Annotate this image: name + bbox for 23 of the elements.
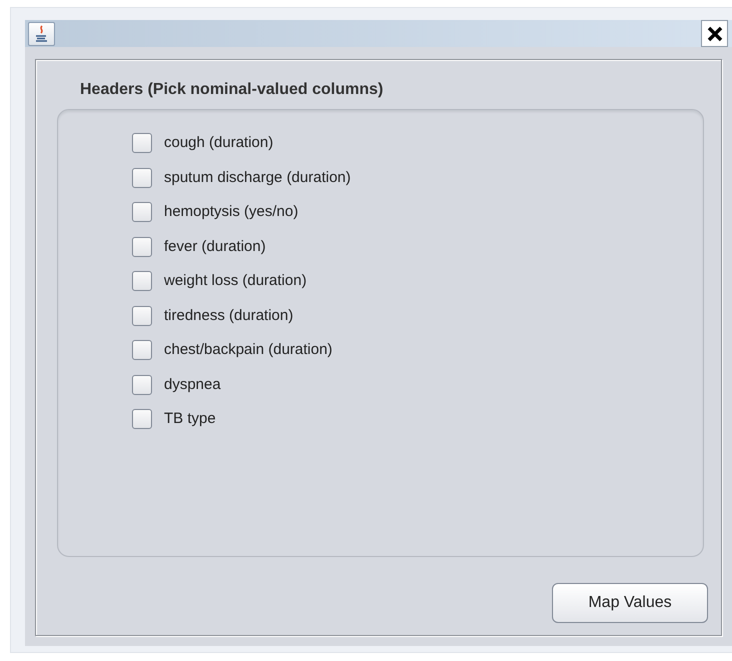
checkbox-label[interactable]: weight loss (duration) xyxy=(164,270,307,292)
coffee-cup-icon xyxy=(28,22,55,46)
checkbox-label[interactable]: chest/backpain (duration) xyxy=(164,339,332,362)
checkbox-label[interactable]: dyspnea xyxy=(164,374,221,396)
close-button[interactable] xyxy=(701,20,728,47)
checkbox[interactable] xyxy=(132,236,152,257)
checkbox[interactable] xyxy=(132,133,152,154)
checkbox-label[interactable]: sputum discharge (duration) xyxy=(164,166,351,189)
map-values-button[interactable]: Map Values xyxy=(552,583,708,623)
checkbox-label[interactable]: fever (duration) xyxy=(164,236,266,258)
close-icon[interactable] xyxy=(706,26,722,42)
checkbox[interactable] xyxy=(132,202,152,222)
group-title: Headers (Pick nominal-valued columns) xyxy=(79,80,384,100)
checkbox[interactable] xyxy=(132,168,152,188)
checkbox-label[interactable]: TB type xyxy=(164,408,216,430)
checkbox-label[interactable]: hemoptysis (yes/no) xyxy=(164,201,298,224)
checkbox[interactable] xyxy=(132,409,152,430)
checkbox[interactable] xyxy=(132,374,152,395)
checkbox-label[interactable]: cough (duration) xyxy=(164,132,274,154)
checkbox[interactable] xyxy=(132,271,152,292)
checkbox[interactable] xyxy=(132,340,152,360)
checkbox[interactable] xyxy=(132,306,152,326)
checkbox-label[interactable]: tiredness (duration) xyxy=(164,304,294,327)
